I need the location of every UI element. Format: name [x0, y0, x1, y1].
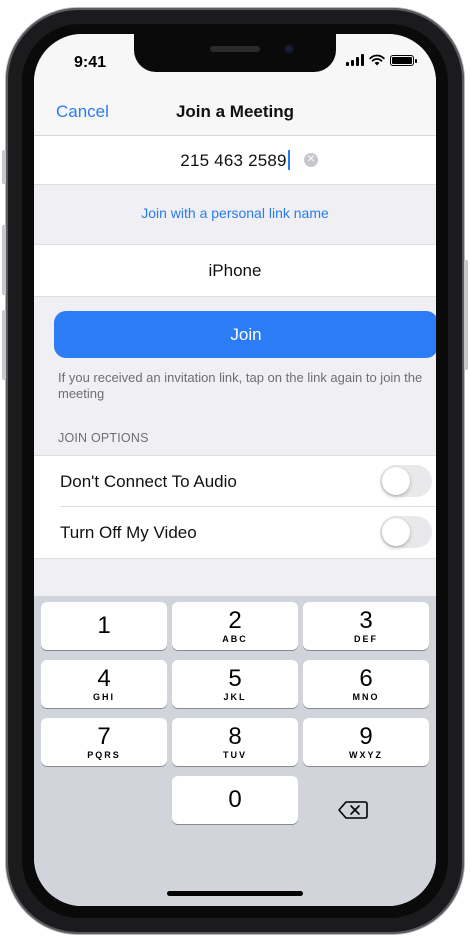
join-options-header: JOIN OPTIONS [58, 431, 149, 445]
page-title: Join a Meeting [175, 102, 295, 121]
display-name-input[interactable]: iPhone [34, 261, 436, 281]
numeric-keypad: 1 2 ABC 3 DEF 4 GHI 5 JKL 6 MNO 7 PQRS 8… [34, 596, 436, 906]
notch [134, 34, 336, 72]
signal-icon [346, 54, 364, 66]
volume-down-button [2, 310, 6, 380]
navigation-bar: Cancel Join a Meeting [34, 78, 436, 136]
key-digit: 1 [97, 612, 111, 639]
key-digit: 5 [228, 665, 242, 692]
power-button [464, 260, 468, 370]
meeting-id-row: 215 463 2589 ✕ [34, 136, 436, 185]
status-icons [346, 54, 417, 66]
key-letters: JKL [223, 692, 247, 702]
text-cursor [287, 150, 290, 170]
audio-toggle[interactable] [380, 465, 432, 497]
key-2[interactable]: 2 ABC [172, 602, 298, 650]
key-digit: 2 [228, 607, 242, 634]
key-0[interactable]: 0 [172, 776, 298, 824]
meeting-id-value: 215 463 2589 [180, 151, 287, 170]
home-indicator [167, 891, 303, 896]
phone-screen: 9:41 Cancel Join a Meeting 215 463 2589 … [34, 34, 436, 906]
key-digit: 3 [359, 607, 373, 634]
key-9[interactable]: 9 WXYZ [303, 718, 429, 766]
key-7[interactable]: 7 PQRS [41, 718, 167, 766]
join-button[interactable]: Join [54, 311, 436, 358]
toggle-knob [382, 518, 410, 546]
key-digit: 4 [97, 665, 111, 692]
status-time: 9:41 [74, 54, 107, 71]
key-letters: ABC [222, 634, 248, 644]
battery-icon [390, 54, 417, 66]
key-digit: 9 [359, 723, 373, 750]
video-toggle[interactable] [380, 516, 432, 548]
clear-icon[interactable]: ✕ [304, 153, 318, 167]
key-3[interactable]: 3 DEF [303, 602, 429, 650]
display-name-row: iPhone [34, 244, 436, 297]
meeting-id-input[interactable]: 215 463 2589 [34, 150, 436, 171]
key-5[interactable]: 5 JKL [172, 660, 298, 708]
key-1[interactable]: 1 [41, 602, 167, 650]
backspace-icon[interactable] [332, 790, 374, 830]
key-letters: PQRS [87, 750, 121, 760]
option-row-video: Turn Off My Video [34, 507, 436, 559]
toggle-knob [382, 467, 410, 495]
key-digit: 6 [359, 665, 373, 692]
key-6[interactable]: 6 MNO [303, 660, 429, 708]
join-hint-text: If you received an invitation link, tap … [58, 370, 423, 401]
key-8[interactable]: 8 TUV [172, 718, 298, 766]
key-digit: 0 [228, 786, 242, 813]
option-row-audio: Don't Connect To Audio [34, 455, 436, 507]
option-label-audio: Don't Connect To Audio [60, 472, 237, 491]
option-label-video: Turn Off My Video [60, 523, 197, 542]
key-digit: 7 [97, 723, 111, 750]
mute-switch [2, 150, 6, 184]
key-letters: DEF [354, 634, 378, 644]
personal-link-button[interactable]: Join with a personal link name [34, 205, 436, 221]
key-digit: 8 [228, 723, 242, 750]
volume-up-button [2, 225, 6, 295]
earpiece-speaker [210, 46, 260, 52]
key-letters: GHI [92, 692, 115, 702]
key-letters: TUV [223, 750, 247, 760]
key-letters: WXYZ [349, 750, 383, 760]
key-letters: MNO [352, 692, 380, 702]
wifi-icon [369, 54, 385, 66]
key-4[interactable]: 4 GHI [41, 660, 167, 708]
front-camera [284, 44, 294, 54]
